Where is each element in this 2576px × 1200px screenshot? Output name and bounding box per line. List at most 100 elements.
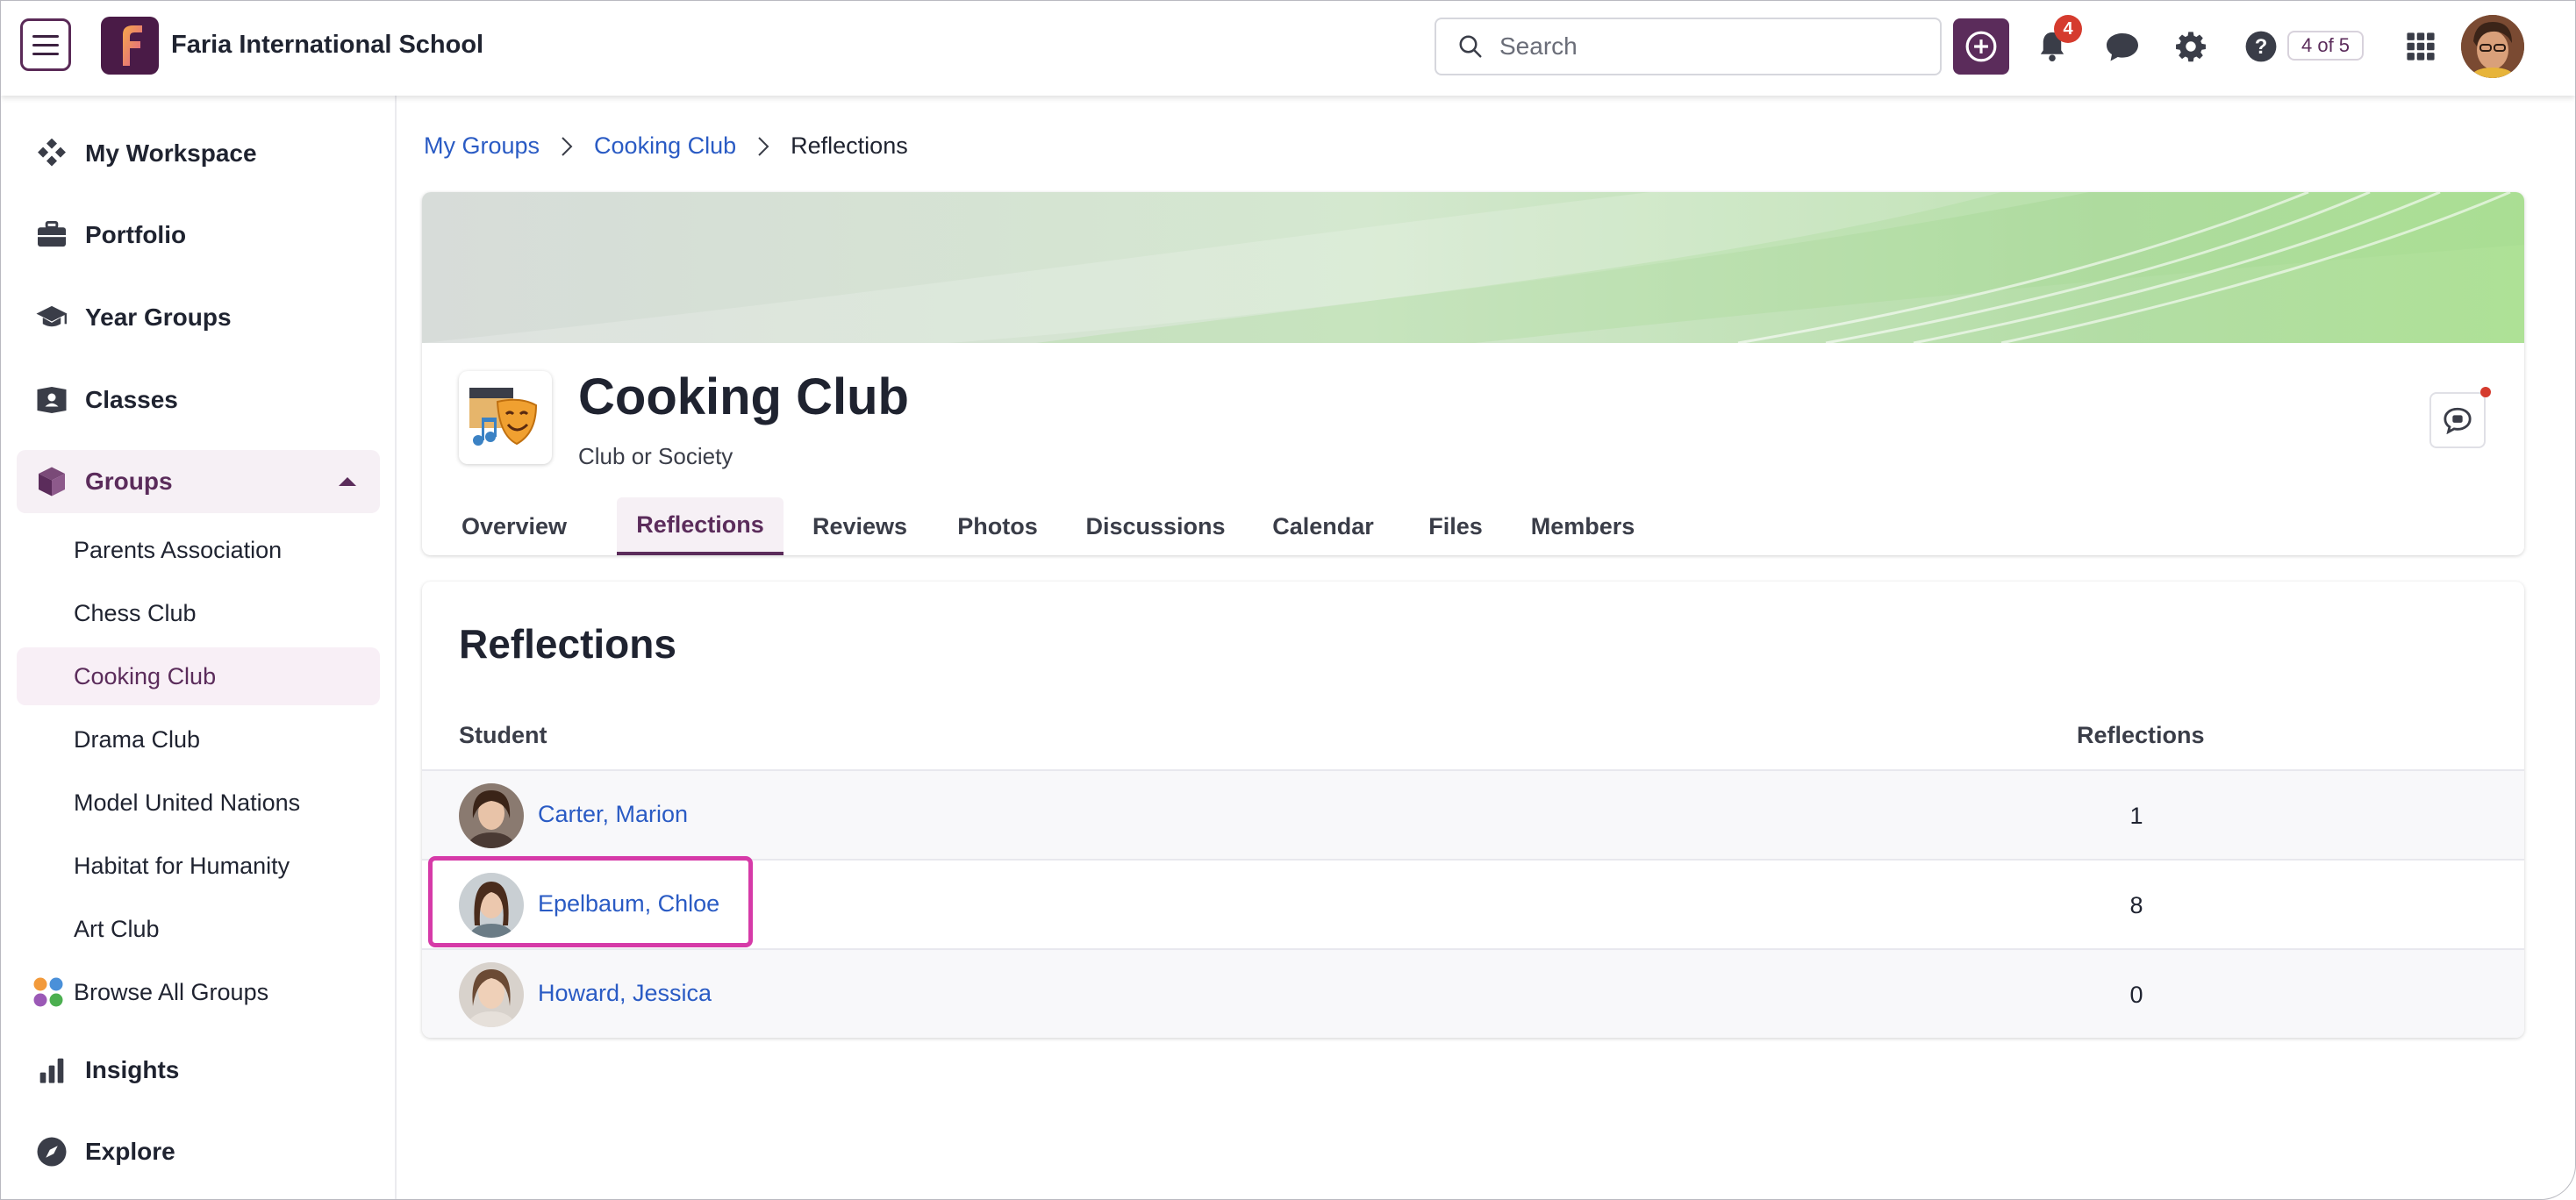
app-window: Faria International School 4 ? 4 of 5 [0, 0, 2576, 1200]
tab-members[interactable]: Members [1526, 497, 1640, 555]
sidebar-item-portfolio[interactable]: Portfolio [17, 204, 380, 267]
sidebar-item-label: Groups [85, 468, 173, 495]
reflections-card: Reflections Student Reflections Carter, … [422, 582, 2524, 1038]
gear-icon [2176, 32, 2206, 62]
sidebar-group-parents-association[interactable]: Parents Association [17, 521, 380, 579]
svg-text:?: ? [2255, 35, 2268, 59]
hamburger-menu-button[interactable] [20, 18, 71, 71]
sidebar-group-label: Chess Club [74, 599, 197, 626]
breadcrumb-cooking-club[interactable]: Cooking Club [594, 132, 736, 160]
student-link-carter-marion[interactable]: Carter, Marion [538, 801, 688, 828]
help-button[interactable]: ? [2242, 27, 2280, 66]
tab-calendar[interactable]: Calendar [1270, 497, 1377, 555]
sidebar-item-insights[interactable]: Insights [17, 1039, 380, 1102]
student-link-epelbaum-chloe[interactable]: Epelbaum, Chloe [538, 890, 719, 918]
sidebar-item-year-groups[interactable]: Year Groups [17, 286, 380, 349]
sidebar-group-label: Parents Association [74, 536, 283, 563]
sidebar-item-label: Portfolio [85, 221, 187, 248]
user-avatar[interactable] [2461, 15, 2524, 78]
group-icon [459, 371, 552, 464]
reflection-count: 0 [2129, 982, 2143, 1008]
sidebar-item-label: Year Groups [85, 304, 232, 331]
sidebar-group-label: Drama Club [74, 725, 201, 753]
group-title: Cooking Club [578, 368, 909, 425]
unread-dot [2480, 387, 2491, 397]
sidebar: My Workspace Portfolio Year Groups Class… [1, 96, 397, 1199]
colored-dots-icon [33, 977, 63, 1007]
search-icon [1459, 35, 1482, 58]
sidebar-group-model-united-nations[interactable]: Model United Nations [17, 774, 380, 832]
help-icon: ? [2245, 31, 2277, 62]
sidebar-browse-all-groups[interactable]: Browse All Groups [17, 963, 380, 1021]
sidebar-item-label: Classes [85, 386, 178, 413]
graduation-cap-icon [34, 300, 69, 335]
sidebar-group-label: Habitat for Humanity [74, 852, 290, 879]
student-avatar [459, 873, 524, 938]
sidebar-group-chess-club[interactable]: Chess Club [17, 584, 380, 642]
add-button[interactable] [1953, 18, 2009, 75]
sidebar-item-my-workspace[interactable]: My Workspace [17, 122, 380, 185]
messages-button[interactable] [2103, 27, 2142, 66]
classes-icon [34, 382, 69, 418]
group-chat-button[interactable] [2429, 392, 2486, 448]
search-input[interactable] [1498, 32, 1922, 61]
sidebar-group-drama-club[interactable]: Drama Club [17, 711, 380, 768]
sidebar-item-classes[interactable]: Classes [17, 368, 380, 432]
theater-masks-icon [469, 388, 538, 446]
student-link-howard-jessica[interactable]: Howard, Jessica [538, 980, 712, 1007]
sidebar-group-habitat-for-humanity[interactable]: Habitat for Humanity [17, 837, 380, 895]
group-type: Club or Society [578, 443, 733, 469]
settings-button[interactable] [2172, 27, 2210, 66]
tab-discussions[interactable]: Discussions [1085, 497, 1226, 555]
breadcrumb-current: Reflections [791, 132, 908, 159]
sidebar-item-label: Explore [85, 1138, 175, 1165]
breadcrumb-my-groups[interactable]: My Groups [424, 132, 540, 160]
top-bar: Faria International School 4 ? 4 of 5 [1, 1, 2575, 96]
sidebar-item-groups[interactable]: Groups [17, 450, 380, 513]
column-header-reflections: Reflections [2077, 722, 2205, 748]
tab-reflections[interactable]: Reflections [617, 497, 784, 555]
notification-count-badge: 4 [2054, 15, 2082, 43]
breadcrumb: My Groups Cooking Club Reflections [424, 132, 908, 160]
reflection-count: 1 [2129, 803, 2143, 829]
briefcase-icon [34, 218, 69, 253]
sidebar-item-explore[interactable]: Explore [17, 1120, 380, 1183]
table-row: Howard, Jessica 0 [422, 948, 2524, 1038]
school-logo-icon[interactable] [101, 17, 159, 75]
chevron-up-icon[interactable] [338, 476, 357, 487]
chevron-right-icon [561, 136, 573, 157]
student-avatar [459, 783, 524, 848]
chat-bubble-icon [2107, 33, 2138, 61]
cube-icon [34, 464, 69, 499]
sidebar-item-label: Browse All Groups [74, 978, 269, 1005]
sidebar-group-cooking-club[interactable]: Cooking Club [17, 647, 380, 705]
apps-grid-icon [2407, 32, 2435, 61]
chevron-right-icon [757, 136, 769, 157]
group-tabs: Overview Reflections Reviews Photos Disc… [422, 497, 2524, 555]
school-name[interactable]: Faria International School [171, 31, 483, 60]
plus-circle-icon [1965, 31, 1997, 62]
group-banner [422, 192, 2524, 343]
apps-button[interactable] [2401, 27, 2440, 66]
workspace-icon [34, 136, 69, 171]
reflections-heading: Reflections [459, 621, 676, 667]
sidebar-item-label: My Workspace [85, 139, 257, 167]
bar-chart-icon [34, 1053, 69, 1088]
sidebar-group-label: Cooking Club [74, 662, 217, 689]
pager-indicator[interactable]: 4 of 5 [2287, 31, 2365, 61]
sidebar-group-label: Model United Nations [74, 789, 301, 816]
tab-overview[interactable]: Overview [457, 497, 571, 555]
tab-photos[interactable]: Photos [954, 497, 1041, 555]
table-row: Carter, Marion 1 [422, 769, 2524, 861]
tab-reviews[interactable]: Reviews [810, 497, 910, 555]
search-box[interactable] [1435, 18, 1942, 75]
reflection-count: 8 [2129, 892, 2143, 918]
table-row: Epelbaum, Chloe 8 [422, 859, 2524, 950]
chat-icon [2444, 407, 2472, 434]
sidebar-group-art-club[interactable]: Art Club [17, 900, 380, 958]
tab-files[interactable]: Files [1420, 497, 1491, 555]
compass-icon [34, 1134, 69, 1169]
column-header-student: Student [459, 722, 547, 748]
student-avatar [459, 962, 524, 1027]
group-header-card: Cooking Club Club or Society Overview Re… [422, 192, 2524, 555]
